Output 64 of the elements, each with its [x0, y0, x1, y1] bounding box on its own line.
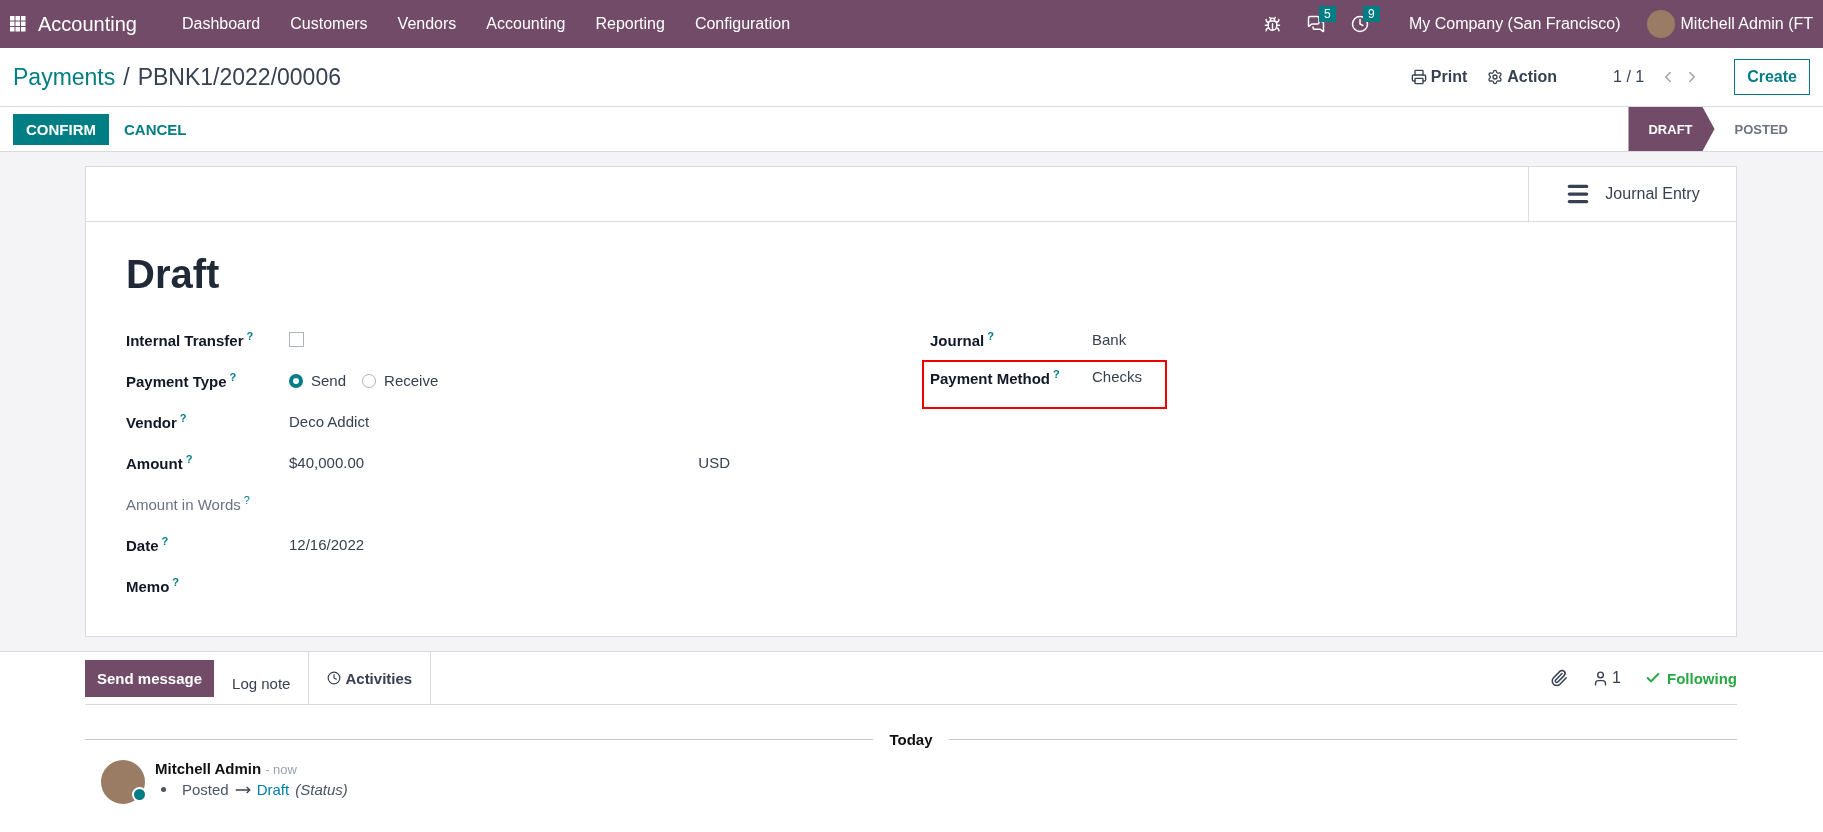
printer-icon [1410, 69, 1427, 85]
followers-button[interactable]: 1 [1592, 669, 1621, 687]
nav-menu-item[interactable]: Configuration [679, 15, 806, 33]
message-author: Mitchell Admin [155, 760, 262, 777]
nav-menu-item[interactable]: Customers [275, 15, 383, 33]
online-dot [132, 787, 147, 802]
clock-icon [327, 671, 342, 685]
field-label: Date $^{?}$ [126, 535, 170, 554]
message-count: 5 [1318, 6, 1336, 22]
field-label: Vendor $^{?}$ [126, 412, 188, 431]
status-stage[interactable]: POSTED [1714, 107, 1810, 151]
user-name[interactable]: Mitchell Admin (FT [1680, 15, 1813, 33]
record-title: Draft [126, 252, 221, 297]
print-button[interactable]: Print [1410, 68, 1468, 86]
field-label: Payment Method $^{?}$ [930, 368, 1061, 387]
tracked-field: (Status) [295, 781, 348, 798]
paperclip-icon[interactable] [1550, 669, 1569, 687]
author-avatar [101, 760, 145, 804]
new-value: Draft [256, 781, 290, 798]
radio-dot[interactable] [289, 373, 303, 388]
date-divider: Today [889, 731, 933, 748]
radio-option[interactable]: Receive [362, 372, 439, 389]
checkbox[interactable] [289, 332, 304, 347]
field-label: Journal $^{?}$ [930, 330, 995, 349]
radio-label: Send [311, 372, 347, 389]
chat-icon[interactable] [1306, 15, 1325, 33]
breadcrumb-link[interactable]: Payments [13, 63, 116, 91]
nav-menu-item[interactable]: Accounting [471, 15, 581, 33]
field-label: Internal Transfer $^{?}$ [126, 330, 255, 349]
chatter-tab[interactable]: Activities [308, 652, 432, 704]
pager-counter: 1 / 1 [1613, 68, 1645, 86]
field-label: Amount in Words $^{?}$ [126, 494, 251, 513]
status-stage[interactable]: DRAFT [1628, 107, 1715, 151]
action-button[interactable]: Action [1487, 68, 1558, 86]
nav-menu-item[interactable]: Dashboard [166, 15, 276, 33]
field-value[interactable]: Deco Addict [289, 413, 370, 430]
nav-menu-item[interactable]: Vendors [382, 15, 472, 33]
company-name[interactable]: My Company (San Francisco) [1408, 15, 1621, 33]
old-value: Posted [182, 781, 229, 798]
clock-icon[interactable] [1350, 15, 1369, 33]
nav-menu-item[interactable]: Reporting [580, 15, 680, 33]
record-name: PBNK1/2022/00006 [137, 63, 341, 91]
create-button[interactable]: Create [1734, 59, 1810, 95]
radio-option[interactable]: Send [289, 372, 347, 389]
field-label: Memo $^{?}$ [126, 576, 181, 595]
apps-grid-icon[interactable] [10, 16, 26, 32]
bullet-icon [161, 787, 166, 792]
confirm-button[interactable]: CONFIRM [13, 113, 109, 145]
bug-icon[interactable] [1263, 15, 1281, 33]
field-label: Amount $^{?}$ [126, 453, 194, 472]
radio-label: Receive [384, 372, 439, 389]
send-message-button[interactable]: Send message [85, 660, 215, 697]
breadcrumb-separator: / [123, 63, 130, 91]
field-value[interactable]: $40,000.00 [289, 454, 365, 471]
cancel-button[interactable]: CANCEL [111, 113, 200, 145]
currency-value[interactable]: USD [698, 454, 730, 471]
field-value[interactable]: 12/16/2022 [289, 536, 365, 553]
message-time: - now [265, 762, 297, 777]
field-label: Payment Type $^{?}$ [126, 371, 238, 390]
activity-count: 9 [1362, 6, 1380, 22]
app-name[interactable]: Accounting [38, 12, 137, 36]
gear-icon [1487, 69, 1504, 85]
field-value[interactable]: Bank [1092, 331, 1127, 348]
field-value[interactable]: Checks [1092, 368, 1143, 385]
